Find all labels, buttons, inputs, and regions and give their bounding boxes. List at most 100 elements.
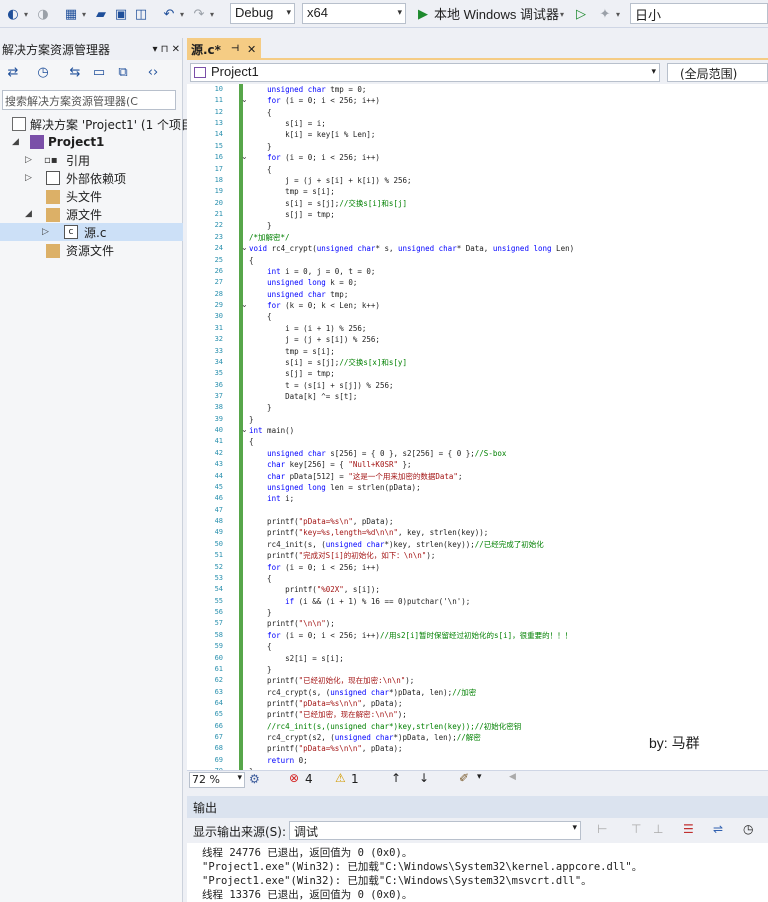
timestamp-icon[interactable]: ◷ [743, 822, 753, 836]
open-folder-icon[interactable]: ▰ [92, 5, 110, 23]
refresh-icon[interactable]: ⇆ [66, 63, 84, 81]
main-toolbar: ◐ ▾ ◑ ▦ ▾ ▰ ▣ ◫ ↶ ▾ ↷ ▾ Debug ▾ x64 ▾ ▶ … [0, 0, 768, 28]
new-project-dropdown-icon[interactable]: ▾ [82, 5, 90, 23]
zoom-combo[interactable]: 72 % ▾ [189, 772, 245, 788]
tree-item-external-deps[interactable]: ▷ 外部依赖项 [0, 169, 183, 187]
fold-toggle-icon[interactable]: ⌄ [241, 95, 248, 104]
undo-dropdown-icon[interactable]: ▾ [180, 5, 188, 23]
tree-item-project[interactable]: ◢ Project1 [0, 133, 183, 151]
history-icon[interactable]: ◷ [34, 63, 52, 81]
collapsed-icon[interactable]: ▷ [25, 155, 32, 165]
find-message-icon[interactable]: ⊢ [597, 822, 607, 836]
line-number: 37 [214, 391, 223, 400]
health-icon[interactable]: ⚙ [249, 772, 260, 786]
code-line: Data[k] ^= s[t]; [249, 391, 358, 401]
redo-icon[interactable]: ↷ [190, 5, 208, 23]
line-number: 16 [214, 153, 223, 162]
save-all-icon[interactable]: ◫ [132, 5, 150, 23]
previous-message-icon[interactable]: ⊤ [631, 822, 641, 836]
new-project-icon[interactable]: ▦ [62, 5, 80, 23]
line-number: 17 [214, 164, 223, 173]
tree-item-references[interactable]: ▷ ▫▪ 引用 [0, 151, 183, 169]
search-input[interactable]: 日小 [630, 3, 768, 24]
warning-icon[interactable]: ⚠ [335, 771, 346, 785]
tree-item-solution[interactable]: 解决方案 'Project1' (1 个项目 [0, 115, 193, 133]
start-debug-icon[interactable]: ▶ [414, 5, 432, 23]
code-line: char key[256] = { "Null+K0SR" }; [267, 460, 412, 470]
close-icon[interactable]: ✕ [247, 43, 256, 56]
solution-explorer-title: 解决方案资源管理器 [2, 42, 111, 57]
line-number: 44 [214, 471, 223, 480]
pin-icon[interactable]: ⊣ [231, 44, 239, 54]
start-without-debug-icon[interactable]: ▷ [572, 5, 590, 23]
expanded-icon[interactable]: ◢ [25, 209, 32, 219]
configuration-combo[interactable]: Debug ▾ [230, 3, 295, 24]
fold-toggle-icon[interactable]: ⌄ [241, 243, 248, 252]
hot-reload-dropdown-icon[interactable]: ▾ [616, 5, 624, 23]
back-dropdown-icon[interactable]: ▾ [24, 5, 32, 23]
line-number: 49 [214, 528, 223, 537]
code-editor[interactable]: 10 unsigned char tmp = 0; 11 ⌄ for (i = 0;… [187, 84, 768, 770]
sync-icon[interactable]: ⇄ [4, 63, 22, 81]
fold-toggle-icon[interactable]: ⌄ [241, 300, 248, 309]
code-line: { [249, 164, 272, 174]
project-scope-combo[interactable]: Project1 ▾ [190, 63, 660, 82]
output-source-combo[interactable]: 调试 ▾ [289, 821, 581, 840]
solution-search-input[interactable]: 搜索解决方案资源管理器(C [2, 90, 176, 110]
code-line: j = (j + s[i] + k[i]) % 256; [249, 175, 412, 185]
solution-explorer-toolbar: ⇄ ◷ ⇆ ▭ ⧉ ‹› [0, 60, 182, 84]
code-view-icon[interactable]: ‹› [144, 63, 162, 81]
next-issue-icon[interactable]: ↓ [419, 771, 429, 785]
line-number: 30 [214, 312, 223, 321]
fold-toggle-icon[interactable]: ⌄ [241, 425, 248, 434]
tree-item-sources[interactable]: ◢ 源文件 [0, 205, 183, 223]
back-icon[interactable]: ◐ [4, 5, 22, 23]
global-scope-combo[interactable]: (全局范围) [667, 63, 768, 82]
tree-item-headers[interactable]: 头文件 [0, 187, 183, 205]
line-number: 28 [214, 289, 223, 298]
run-dropdown-icon[interactable]: ▾ [560, 5, 568, 23]
collapsed-icon[interactable]: ▷ [42, 227, 49, 237]
next-message-icon[interactable]: ⊥ [653, 822, 663, 836]
undo-icon[interactable]: ↶ [160, 5, 178, 23]
platform-combo[interactable]: x64 ▾ [302, 3, 406, 24]
code-line: } [249, 403, 272, 413]
collapsed-icon[interactable]: ▷ [25, 173, 32, 183]
word-wrap-icon[interactable]: ⇌ [713, 822, 723, 836]
code-line: int main() [249, 426, 295, 436]
expanded-icon[interactable]: ◢ [12, 137, 19, 147]
run-button[interactable]: 本地 Windows 调试器 [434, 4, 559, 23]
forward-icon[interactable]: ◑ [34, 5, 52, 23]
line-number: 11 [214, 96, 223, 105]
code-line: printf("key=%s,length=%d\n\n", key, strl… [249, 528, 489, 538]
line-number: 14 [214, 130, 223, 139]
pane-controls[interactable]: ▾ ⊓ ✕ [152, 44, 180, 55]
tree-item-resources[interactable]: 资源文件 [0, 241, 183, 259]
code-line: void rc4_crypt(unsigned char* s, unsigne… [249, 244, 575, 254]
editor-status-bar: 72 % ▾ ⚙ ⊗ 4 ⚠ 1 ↑ ↓ ✐ ▾ ◀ [187, 770, 768, 788]
line-number: 68 [214, 744, 223, 753]
line-number: 19 [214, 187, 223, 196]
cleanup-icon[interactable]: ✐ [459, 771, 469, 785]
cleanup-dropdown-icon[interactable]: ▾ [477, 772, 482, 782]
save-icon[interactable]: ▣ [112, 5, 130, 23]
clear-all-icon[interactable]: ☰ [683, 822, 694, 836]
fold-toggle-icon[interactable]: ⌄ [241, 152, 248, 161]
collapse-all-icon[interactable]: ▭ [90, 63, 108, 81]
tree-item-source-file[interactable]: ▷ c 源.c [0, 223, 183, 241]
error-icon[interactable]: ⊗ [289, 771, 299, 785]
tab-source-file[interactable]: 源.c* ⊣ ✕ [187, 38, 261, 60]
chevron-down-icon: ▾ [572, 823, 577, 833]
redo-dropdown-icon[interactable]: ▾ [210, 5, 218, 23]
scroll-left-icon[interactable]: ◀ [509, 772, 516, 782]
code-line: unsigned long len = strlen(pData); [267, 482, 421, 492]
hot-reload-icon[interactable]: ✦ [596, 5, 614, 23]
solution-search-box[interactable]: 搜索解决方案资源管理器(C [2, 90, 178, 110]
output-source-value: 调试 [294, 825, 319, 839]
line-number: 62 [214, 676, 223, 685]
show-all-files-icon[interactable]: ⧉ [114, 63, 132, 81]
previous-issue-icon[interactable]: ↑ [391, 771, 401, 785]
output-text[interactable]: 线程 24776 已退出，返回值为 0 (0x0)。 "Project1.exe… [187, 843, 768, 902]
line-number: 66 [214, 721, 223, 730]
search-value: 日小 [635, 8, 662, 23]
